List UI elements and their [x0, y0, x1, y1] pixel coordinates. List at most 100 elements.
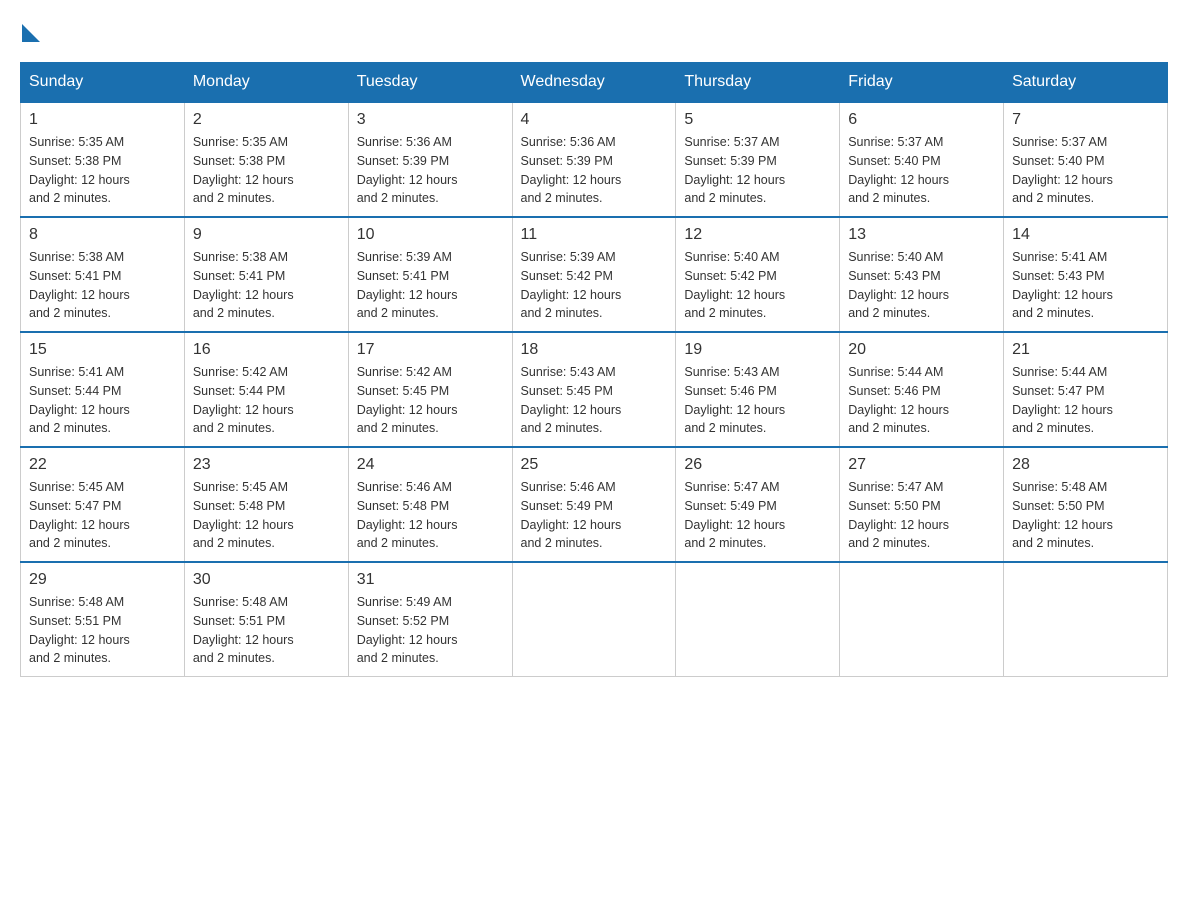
day-info: Sunrise: 5:47 AMSunset: 5:50 PMDaylight:… [848, 480, 949, 550]
calendar-cell: 24 Sunrise: 5:46 AMSunset: 5:48 PMDaylig… [348, 447, 512, 562]
calendar-week-row: 29 Sunrise: 5:48 AMSunset: 5:51 PMDaylig… [21, 562, 1168, 677]
day-info: Sunrise: 5:44 AMSunset: 5:47 PMDaylight:… [1012, 365, 1113, 435]
day-info: Sunrise: 5:46 AMSunset: 5:48 PMDaylight:… [357, 480, 458, 550]
day-info: Sunrise: 5:38 AMSunset: 5:41 PMDaylight:… [29, 250, 130, 320]
calendar-cell: 31 Sunrise: 5:49 AMSunset: 5:52 PMDaylig… [348, 562, 512, 677]
calendar-cell: 18 Sunrise: 5:43 AMSunset: 5:45 PMDaylig… [512, 332, 676, 447]
day-info: Sunrise: 5:40 AMSunset: 5:43 PMDaylight:… [848, 250, 949, 320]
calendar-cell: 22 Sunrise: 5:45 AMSunset: 5:47 PMDaylig… [21, 447, 185, 562]
day-info: Sunrise: 5:41 AMSunset: 5:43 PMDaylight:… [1012, 250, 1113, 320]
day-number: 13 [848, 226, 995, 244]
day-number: 3 [357, 111, 504, 129]
calendar-cell: 12 Sunrise: 5:40 AMSunset: 5:42 PMDaylig… [676, 217, 840, 332]
day-number: 26 [684, 456, 831, 474]
day-info: Sunrise: 5:46 AMSunset: 5:49 PMDaylight:… [521, 480, 622, 550]
calendar-header-wednesday: Wednesday [512, 63, 676, 103]
day-info: Sunrise: 5:35 AMSunset: 5:38 PMDaylight:… [29, 135, 130, 205]
day-number: 14 [1012, 226, 1159, 244]
calendar-cell: 2 Sunrise: 5:35 AMSunset: 5:38 PMDayligh… [184, 102, 348, 217]
calendar-cell: 9 Sunrise: 5:38 AMSunset: 5:41 PMDayligh… [184, 217, 348, 332]
calendar-cell: 7 Sunrise: 5:37 AMSunset: 5:40 PMDayligh… [1004, 102, 1168, 217]
calendar-cell [1004, 562, 1168, 677]
day-info: Sunrise: 5:39 AMSunset: 5:41 PMDaylight:… [357, 250, 458, 320]
day-number: 29 [29, 571, 176, 589]
day-number: 5 [684, 111, 831, 129]
calendar-header-saturday: Saturday [1004, 63, 1168, 103]
day-info: Sunrise: 5:42 AMSunset: 5:44 PMDaylight:… [193, 365, 294, 435]
day-number: 31 [357, 571, 504, 589]
day-info: Sunrise: 5:41 AMSunset: 5:44 PMDaylight:… [29, 365, 130, 435]
calendar-header-monday: Monday [184, 63, 348, 103]
day-number: 28 [1012, 456, 1159, 474]
logo-triangle-icon [22, 24, 40, 42]
day-info: Sunrise: 5:48 AMSunset: 5:51 PMDaylight:… [29, 595, 130, 665]
logo [20, 20, 40, 42]
day-info: Sunrise: 5:37 AMSunset: 5:40 PMDaylight:… [848, 135, 949, 205]
day-number: 16 [193, 341, 340, 359]
calendar-table: SundayMondayTuesdayWednesdayThursdayFrid… [20, 62, 1168, 677]
day-number: 8 [29, 226, 176, 244]
calendar-cell [512, 562, 676, 677]
logo-line1 [20, 20, 40, 42]
calendar-week-row: 22 Sunrise: 5:45 AMSunset: 5:47 PMDaylig… [21, 447, 1168, 562]
day-number: 30 [193, 571, 340, 589]
day-number: 22 [29, 456, 176, 474]
calendar-cell: 14 Sunrise: 5:41 AMSunset: 5:43 PMDaylig… [1004, 217, 1168, 332]
day-number: 9 [193, 226, 340, 244]
day-info: Sunrise: 5:44 AMSunset: 5:46 PMDaylight:… [848, 365, 949, 435]
day-number: 21 [1012, 341, 1159, 359]
day-info: Sunrise: 5:45 AMSunset: 5:48 PMDaylight:… [193, 480, 294, 550]
calendar-cell: 27 Sunrise: 5:47 AMSunset: 5:50 PMDaylig… [840, 447, 1004, 562]
calendar-cell: 11 Sunrise: 5:39 AMSunset: 5:42 PMDaylig… [512, 217, 676, 332]
day-number: 17 [357, 341, 504, 359]
day-info: Sunrise: 5:47 AMSunset: 5:49 PMDaylight:… [684, 480, 785, 550]
day-info: Sunrise: 5:45 AMSunset: 5:47 PMDaylight:… [29, 480, 130, 550]
day-info: Sunrise: 5:42 AMSunset: 5:45 PMDaylight:… [357, 365, 458, 435]
day-info: Sunrise: 5:36 AMSunset: 5:39 PMDaylight:… [357, 135, 458, 205]
calendar-header-thursday: Thursday [676, 63, 840, 103]
calendar-header-friday: Friday [840, 63, 1004, 103]
calendar-cell: 10 Sunrise: 5:39 AMSunset: 5:41 PMDaylig… [348, 217, 512, 332]
calendar-cell: 6 Sunrise: 5:37 AMSunset: 5:40 PMDayligh… [840, 102, 1004, 217]
day-number: 25 [521, 456, 668, 474]
calendar-cell: 4 Sunrise: 5:36 AMSunset: 5:39 PMDayligh… [512, 102, 676, 217]
day-number: 23 [193, 456, 340, 474]
day-info: Sunrise: 5:49 AMSunset: 5:52 PMDaylight:… [357, 595, 458, 665]
calendar-week-row: 1 Sunrise: 5:35 AMSunset: 5:38 PMDayligh… [21, 102, 1168, 217]
day-info: Sunrise: 5:40 AMSunset: 5:42 PMDaylight:… [684, 250, 785, 320]
calendar-cell [676, 562, 840, 677]
calendar-cell: 28 Sunrise: 5:48 AMSunset: 5:50 PMDaylig… [1004, 447, 1168, 562]
day-number: 19 [684, 341, 831, 359]
calendar-week-row: 15 Sunrise: 5:41 AMSunset: 5:44 PMDaylig… [21, 332, 1168, 447]
day-info: Sunrise: 5:35 AMSunset: 5:38 PMDaylight:… [193, 135, 294, 205]
calendar-cell: 13 Sunrise: 5:40 AMSunset: 5:43 PMDaylig… [840, 217, 1004, 332]
calendar-cell: 26 Sunrise: 5:47 AMSunset: 5:49 PMDaylig… [676, 447, 840, 562]
day-number: 2 [193, 111, 340, 129]
calendar-header-row: SundayMondayTuesdayWednesdayThursdayFrid… [21, 63, 1168, 103]
day-info: Sunrise: 5:43 AMSunset: 5:45 PMDaylight:… [521, 365, 622, 435]
day-info: Sunrise: 5:48 AMSunset: 5:51 PMDaylight:… [193, 595, 294, 665]
day-number: 11 [521, 226, 668, 244]
calendar-header-tuesday: Tuesday [348, 63, 512, 103]
day-number: 24 [357, 456, 504, 474]
day-number: 6 [848, 111, 995, 129]
calendar-cell: 19 Sunrise: 5:43 AMSunset: 5:46 PMDaylig… [676, 332, 840, 447]
day-info: Sunrise: 5:36 AMSunset: 5:39 PMDaylight:… [521, 135, 622, 205]
day-number: 10 [357, 226, 504, 244]
day-number: 20 [848, 341, 995, 359]
day-info: Sunrise: 5:37 AMSunset: 5:39 PMDaylight:… [684, 135, 785, 205]
day-number: 7 [1012, 111, 1159, 129]
calendar-cell: 21 Sunrise: 5:44 AMSunset: 5:47 PMDaylig… [1004, 332, 1168, 447]
calendar-cell: 20 Sunrise: 5:44 AMSunset: 5:46 PMDaylig… [840, 332, 1004, 447]
calendar-cell: 5 Sunrise: 5:37 AMSunset: 5:39 PMDayligh… [676, 102, 840, 217]
calendar-cell: 16 Sunrise: 5:42 AMSunset: 5:44 PMDaylig… [184, 332, 348, 447]
day-info: Sunrise: 5:48 AMSunset: 5:50 PMDaylight:… [1012, 480, 1113, 550]
logo-wrapper [20, 20, 40, 42]
calendar-cell: 25 Sunrise: 5:46 AMSunset: 5:49 PMDaylig… [512, 447, 676, 562]
day-info: Sunrise: 5:37 AMSunset: 5:40 PMDaylight:… [1012, 135, 1113, 205]
day-number: 27 [848, 456, 995, 474]
calendar-cell: 8 Sunrise: 5:38 AMSunset: 5:41 PMDayligh… [21, 217, 185, 332]
page-header [20, 20, 1168, 42]
day-info: Sunrise: 5:39 AMSunset: 5:42 PMDaylight:… [521, 250, 622, 320]
day-number: 4 [521, 111, 668, 129]
